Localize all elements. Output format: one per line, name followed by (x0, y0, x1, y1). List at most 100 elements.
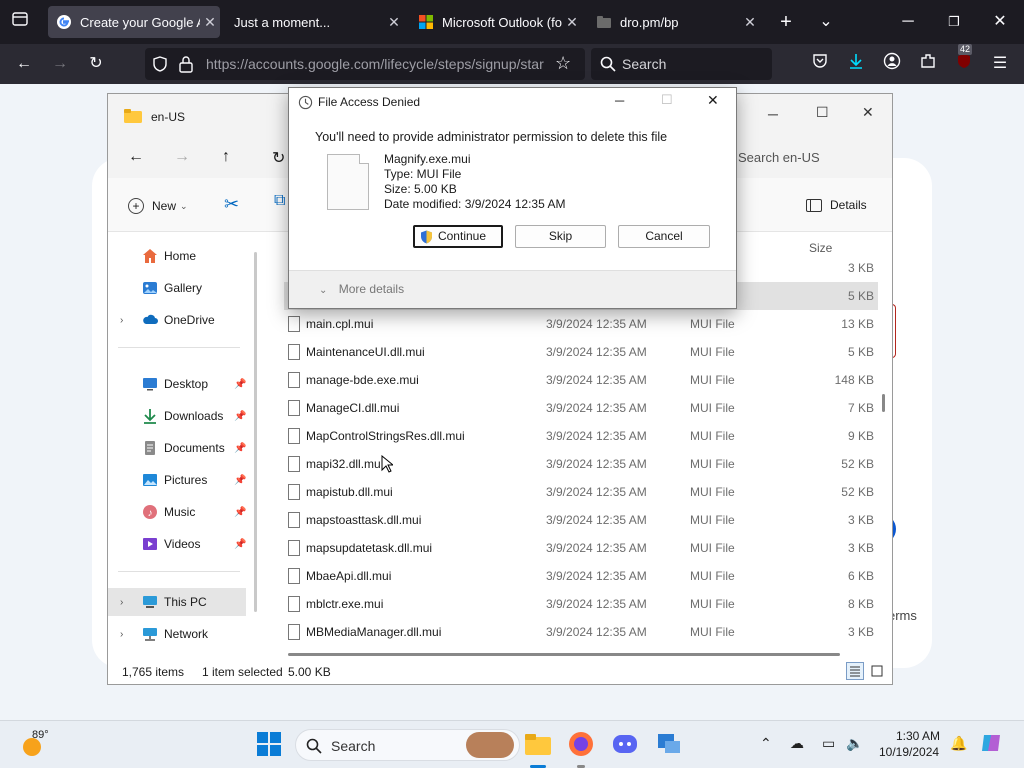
sidebar-item-downloads[interactable]: Downloads 📌 (108, 402, 258, 430)
up-icon[interactable]: ↑ (222, 148, 230, 166)
cut-icon[interactable]: ✂ (224, 194, 239, 215)
table-row[interactable]: MbaeApi.dll.mui 3/9/2024 12:35 AM MUI File… (284, 562, 878, 590)
minimize-icon[interactable]: ─ (615, 93, 624, 108)
browser-tab-dropm[interactable]: dro.pm/bp ✕ (588, 6, 760, 38)
explorer-search-input[interactable]: Search en-US (738, 150, 820, 165)
file-list-horizontal-scrollbar[interactable] (288, 653, 840, 656)
pin-icon[interactable]: 📌 (234, 411, 246, 422)
notification-bell-icon[interactable]: 🔔 (950, 735, 967, 752)
close-icon[interactable]: ✕ (862, 104, 874, 121)
minimize-icon[interactable]: ─ (768, 106, 778, 122)
continue-button[interactable]: Continue (413, 225, 503, 248)
downloads-icon[interactable] (844, 52, 868, 76)
sidebar-item-gallery[interactable]: Gallery (108, 274, 258, 302)
close-tab-icon[interactable]: ✕ (200, 14, 220, 31)
network-app-taskbar-icon[interactable] (656, 731, 684, 759)
sidebar-item-desktop[interactable]: Desktop 📌 (108, 370, 258, 398)
forward-icon[interactable]: → (48, 52, 72, 76)
tiles-view-button[interactable] (868, 662, 886, 680)
back-icon[interactable]: ← (128, 148, 144, 166)
cloud-sync-icon[interactable]: ☁ (790, 735, 804, 752)
reload-icon[interactable]: ↻ (84, 52, 108, 76)
menu-icon[interactable]: ☰ (988, 52, 1012, 76)
close-tab-icon[interactable]: ✕ (562, 14, 582, 31)
show-hidden-icons[interactable]: ⌃ (760, 735, 772, 752)
sidebar-item-videos[interactable]: Videos 📌 (108, 530, 258, 558)
speaker-icon[interactable]: 🔈 (846, 735, 863, 752)
sidebar-item-network[interactable]: › Network (108, 620, 258, 648)
pocket-icon[interactable] (808, 52, 832, 76)
extensions-icon[interactable] (916, 52, 940, 76)
new-tab-icon[interactable]: + (774, 10, 798, 34)
more-details-toggle[interactable]: ⌄ More details (319, 282, 404, 296)
table-row[interactable]: mblctr.exe.mui 3/9/2024 12:35 AM MUI File 8… (284, 590, 878, 618)
chevron-right-icon[interactable]: › (120, 629, 123, 640)
browser-tab-outlook[interactable]: Microsoft Outlook (forr ✕ (410, 6, 582, 38)
new-button[interactable]: + New ⌄ (128, 196, 188, 216)
refresh-icon[interactable]: ↻ (272, 148, 285, 168)
close-icon[interactable]: ✕ (707, 92, 719, 109)
table-row[interactable]: ManageCI.dll.mui 3/9/2024 12:35 AM MUI Fil… (284, 394, 878, 422)
table-row[interactable]: mapstoasttask.dll.mui 3/9/2024 12:35 AM MU… (284, 506, 878, 534)
sidebar-scrollbar[interactable] (254, 252, 257, 612)
table-row[interactable]: MapControlStringsRes.dll.mui 3/9/2024 12:… (284, 422, 878, 450)
details-pane-button[interactable]: Details (806, 198, 867, 212)
cancel-button[interactable]: Cancel (618, 225, 710, 248)
display-icon[interactable]: ▭ (822, 735, 835, 752)
minimize-icon[interactable]: ─ (896, 10, 920, 34)
sidebar-item-thispc[interactable]: › This PC (108, 588, 246, 616)
sidebar-item-onedrive[interactable]: › OneDrive (108, 306, 258, 334)
copilot-icon[interactable] (980, 731, 1008, 759)
weather-widget[interactable]: 89° (18, 729, 58, 761)
forward-icon[interactable]: → (174, 148, 190, 166)
bookmark-star-icon[interactable]: ☆ (555, 53, 571, 74)
taskbar-search-input[interactable]: Search (295, 729, 520, 761)
ublock-extension-icon[interactable]: 42 (952, 44, 976, 76)
sidebar-item-home[interactable]: Home (108, 242, 258, 270)
browser-search-input[interactable]: Search (591, 48, 772, 80)
sidebar-item-documents[interactable]: Documents 📌 (108, 434, 258, 462)
sidebar-item-pictures[interactable]: Pictures 📌 (108, 466, 258, 494)
tab-list-icon[interactable] (8, 10, 32, 34)
maximize-icon[interactable]: ☐ (816, 104, 829, 121)
close-tab-icon[interactable]: ✕ (384, 14, 404, 31)
list-all-tabs-icon[interactable]: ⌄ (814, 10, 838, 34)
firefox-taskbar-icon[interactable] (568, 731, 596, 768)
restore-icon[interactable]: ❐ (942, 10, 966, 34)
pin-icon[interactable]: 📌 (234, 507, 246, 518)
shield-icon[interactable] (151, 55, 169, 73)
chevron-right-icon[interactable]: › (120, 315, 123, 326)
copy-icon[interactable]: ⧉ (274, 192, 285, 210)
close-window-icon[interactable]: ✕ (988, 10, 1012, 34)
close-tab-icon[interactable]: ✕ (740, 14, 760, 31)
url-text[interactable]: https://accounts.google.com/lifecycle/st… (206, 56, 546, 72)
clock-date[interactable]: 10/19/2024 (879, 745, 939, 759)
browser-tab-moment[interactable]: Just a moment... ✕ (226, 6, 404, 38)
table-row[interactable]: mapistub.dll.mui 3/9/2024 12:35 AM MUI Fil… (284, 478, 878, 506)
url-bar[interactable]: https://accounts.google.com/lifecycle/st… (145, 48, 585, 80)
lock-icon[interactable] (178, 55, 194, 73)
back-icon[interactable]: ← (12, 52, 36, 76)
pin-icon[interactable]: 📌 (234, 539, 246, 550)
pin-icon[interactable]: 📌 (234, 379, 246, 390)
table-row[interactable]: main.cpl.mui 3/9/2024 12:35 AM MUI File 13 … (284, 310, 878, 338)
file-explorer-taskbar-icon[interactable] (524, 731, 552, 768)
chevron-right-icon[interactable]: › (120, 597, 123, 608)
account-icon[interactable] (880, 52, 904, 76)
start-button[interactable] (256, 731, 284, 759)
table-row[interactable]: MaintenanceUI.dll.mui 3/9/2024 12:35 AM MU… (284, 338, 878, 366)
file-list-scrollbar[interactable] (882, 394, 885, 412)
table-row[interactable]: mapi32.dll.mui 3/9/2024 12:35 AM MUI File 5… (284, 450, 878, 478)
pin-icon[interactable]: 📌 (234, 443, 246, 454)
explorer-tab-title[interactable]: en-US (151, 110, 185, 124)
details-view-button[interactable] (846, 662, 864, 680)
table-row[interactable]: manage-bde.exe.mui 3/9/2024 12:35 AM MUI F… (284, 366, 878, 394)
pin-icon[interactable]: 📌 (234, 475, 246, 486)
clock-time[interactable]: 1:30 AM (896, 729, 940, 743)
discord-taskbar-icon[interactable] (612, 731, 640, 759)
table-row[interactable]: mapsupdatetask.dll.mui 3/9/2024 12:35 AM M… (284, 534, 878, 562)
sidebar-item-music[interactable]: ♪ Music 📌 (108, 498, 258, 526)
skip-button[interactable]: Skip (515, 225, 606, 248)
browser-tab-google[interactable]: Create your Google Acc ✕ (48, 6, 220, 38)
table-row[interactable]: MBMediaManager.dll.mui 3/9/2024 12:35 AM M… (284, 618, 878, 646)
